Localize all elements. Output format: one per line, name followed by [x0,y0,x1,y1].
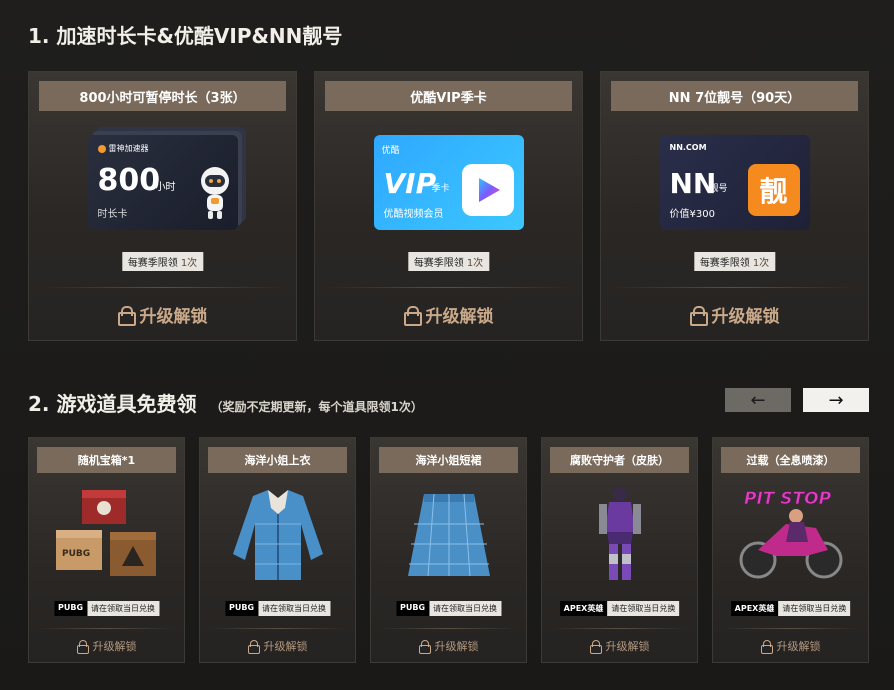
section-1-title: 1. 加速时长卡&优酷VIP&NN靓号 [28,24,343,48]
section-2-subtitle: （奖励不定期更新，每个道具限领1次） [210,400,423,414]
time-card-image: 雷神加速器 800 小时 时长卡 [87,135,238,230]
pit-stop-spray-image: PIT STOP [739,489,842,579]
lock-icon [589,640,602,654]
divider [39,628,174,629]
svg-text:PUBG: PUBG [62,549,90,559]
lock-icon [403,306,422,326]
lock-icon [117,306,136,326]
upgrade-unlock-button[interactable]: 升级解锁 [315,299,582,329]
item-card-ocean-skirt: 海洋小姐短裙 PUBG 请在领取当日兑换 升级解锁 [370,437,527,663]
loot-boxes-image: PUBG [55,490,156,576]
lock-icon [247,640,260,654]
lock-icon [418,640,431,654]
reward-card-youku-vip: 优酷VIP季卡 优酷 VIP 季卡 优酷视频会员 每赛季限领 1次 升级解锁 [314,71,583,341]
claim-limit-badge: 每赛季限领 1次 [121,252,204,271]
item-title: 海洋小姐短裙 [379,447,518,473]
upgrade-unlock-button[interactable]: 升级解锁 [601,299,868,329]
youku-logo: 优酷 [381,146,400,156]
vip-text: VIP [383,167,437,200]
upgrade-unlock-button[interactable]: 升级解锁 [29,299,296,329]
season-text: 季卡 [431,184,450,194]
divider [381,628,516,629]
liang-badge-icon: 靓 [747,164,800,216]
hours-value: 800 [97,163,161,198]
price-text: 价值¥300 [669,209,715,220]
svg-text:PIT STOP: PIT STOP [744,489,832,509]
game-tag: APEX英雄 请在领取当日兑换 [730,601,851,616]
astronaut-mascot-icon [200,167,229,219]
divider [723,628,858,629]
page: 1. 加速时长卡&优酷VIP&NN靓号 800小时可暂停时长（3张） 雷神加速器… [0,0,894,690]
section-2-title: 2. 游戏道具免费领 （奖励不定期更新，每个道具限领1次） [28,392,423,416]
reward-card-nn-number: NN 7位靓号（90天） NN.COM NN 靓号 价值¥300 靓 每赛季限领… [600,71,869,341]
hours-unit: 小时 [155,182,176,193]
divider [41,287,284,288]
skirt-image [407,493,490,577]
divider [327,287,570,288]
game-tag: APEX英雄 请在领取当日兑换 [559,601,680,616]
card-name: 时长卡 [97,209,128,220]
lock-icon [760,640,773,654]
claim-limit-badge: 每赛季限领 1次 [407,252,490,271]
next-arrow-button[interactable]: → [803,388,869,412]
nn-logo: NN.COM [669,143,707,152]
item-title: 腐败守护者（皮肤） [550,447,689,473]
divider [210,628,345,629]
game-tag: PUBG 请在领取当日兑换 [53,601,160,616]
card-title: 优酷VIP季卡 [325,81,572,111]
reward-card-800h: 800小时可暂停时长（3张） 雷神加速器 800 小时 时长卡 每赛季限领 1次 … [28,71,297,341]
claim-limit-badge: 每赛季限领 1次 [693,252,776,271]
upgrade-unlock-button[interactable]: 升级解锁 [371,637,526,655]
divider [613,287,856,288]
item-card-overload-spray: 过载（全息喷漆） PIT STOP APEX英雄 请在领取当日兑换 升级解锁 [712,437,869,663]
character-skin-image [598,487,641,580]
card-title: NN 7位靓号（90天） [611,81,858,111]
logo-icon [97,144,106,153]
upgrade-unlock-button[interactable]: 升级解锁 [200,637,355,655]
item-title: 海洋小姐上衣 [208,447,347,473]
lock-icon [76,640,89,654]
card-title: 800小时可暂停时长（3张） [39,81,286,111]
item-title: 随机宝箱*1 [37,447,176,473]
upgrade-unlock-button[interactable]: 升级解锁 [713,637,868,655]
item-title: 过载（全息喷漆） [721,447,860,473]
leishen-logo: 雷神加速器 [97,143,149,154]
item-card-corrupt-guardian: 腐败守护者（皮肤） APEX英雄 请在领取当日兑换 升级解锁 [541,437,698,663]
upgrade-unlock-button[interactable]: 升级解锁 [29,637,184,655]
game-tag: PUBG 请在领取当日兑换 [395,601,502,616]
youku-play-icon [461,164,514,216]
upgrade-unlock-button[interactable]: 升级解锁 [542,637,697,655]
liang-text: 靓号 [709,184,728,194]
jacket-image [232,490,323,580]
member-text: 优酷视频会员 [383,209,444,220]
item-card-ocean-top: 海洋小姐上衣 PUBG 请在领取当日兑换 升级解锁 [199,437,356,663]
prev-arrow-button[interactable]: ← [725,388,791,412]
youku-card-image: 优酷 VIP 季卡 优酷视频会员 [373,135,524,230]
item-card-random-box: 随机宝箱*1 PUBG PUBG 请在领取当日兑换 升级解锁 [28,437,185,663]
nn-card-image: NN.COM NN 靓号 价值¥300 靓 [659,135,810,230]
game-tag: PUBG 请在领取当日兑换 [224,601,331,616]
divider [552,628,687,629]
lock-icon [689,306,708,326]
